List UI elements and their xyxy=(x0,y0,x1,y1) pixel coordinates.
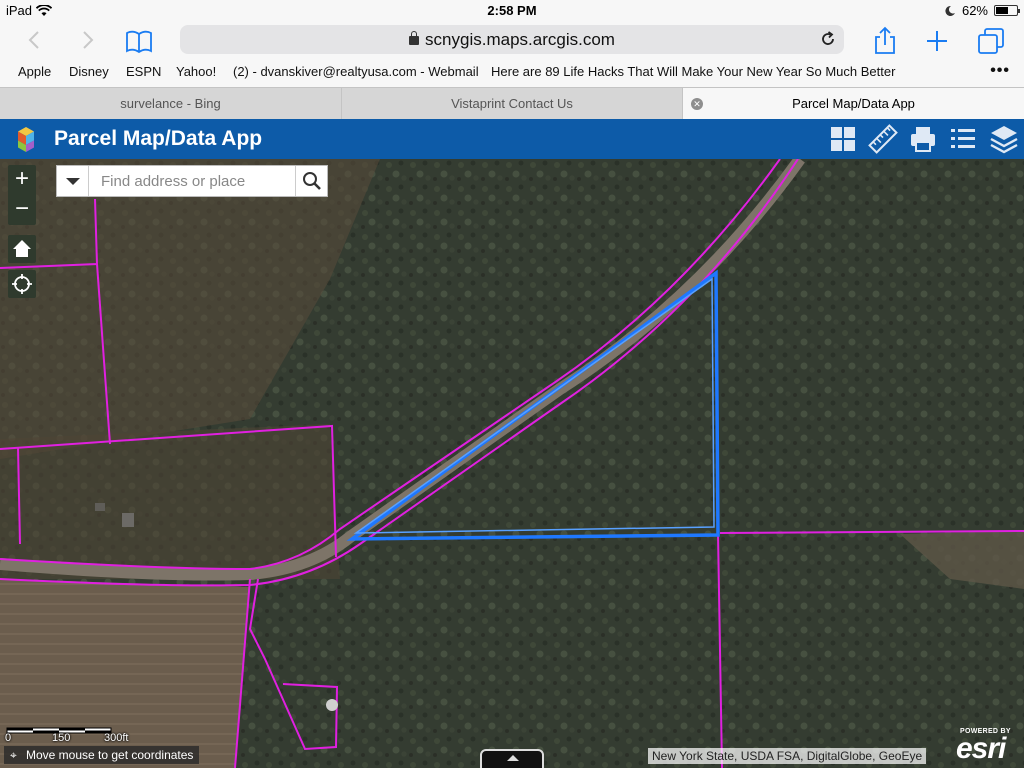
crosshair-icon: ⌖ xyxy=(10,748,17,762)
search-icon xyxy=(303,172,321,190)
app-logo-icon xyxy=(18,127,34,152)
legend-list-icon[interactable] xyxy=(947,123,979,155)
book-icon xyxy=(126,30,152,54)
map-attribution: New York State, USDA FSA, DigitalGlobe, … xyxy=(648,748,927,764)
esri-logo: POWERED BY esri xyxy=(956,726,1020,766)
browser-toolbar: scnygis.maps.arcgis.com xyxy=(0,20,1024,60)
print-icon[interactable] xyxy=(907,123,939,155)
tab-parcel-map[interactable]: ✕ Parcel Map/Data App xyxy=(683,88,1024,120)
aerial-imagery xyxy=(0,159,1024,768)
search-input[interactable] xyxy=(90,166,296,196)
locate-button[interactable] xyxy=(8,270,36,298)
zoom-in-button[interactable]: + xyxy=(8,165,36,195)
geocoder-search xyxy=(56,165,328,197)
bookmark-disney[interactable]: Disney xyxy=(69,64,109,79)
search-button[interactable] xyxy=(295,166,327,196)
coordinates-text: Move mouse to get coordinates xyxy=(26,748,194,762)
plus-icon xyxy=(927,31,947,51)
battery-percent: 62% xyxy=(961,3,988,18)
tab-label: Vistaprint Contact Us xyxy=(451,96,573,111)
zoom-control: + − xyxy=(8,165,36,225)
status-time: 2:58 PM xyxy=(487,3,537,18)
tab-label: survelance - Bing xyxy=(120,96,221,111)
tab-vistaprint[interactable]: Vistaprint Contact Us xyxy=(342,88,683,120)
tabs-overview-button[interactable] xyxy=(976,26,1006,56)
zoom-out-button[interactable]: − xyxy=(8,195,36,225)
search-source-dropdown[interactable] xyxy=(57,166,89,196)
tabs-icon xyxy=(978,28,1004,54)
bookmarks-bar: Apple Disney ESPN Yahoo! (2) - dvanskive… xyxy=(0,60,1024,87)
bookmark-apple[interactable]: Apple xyxy=(18,64,51,79)
close-tab-icon[interactable]: ✕ xyxy=(691,98,703,110)
bookmark-life-hacks[interactable]: Here are 89 Life Hacks That Will Make Yo… xyxy=(491,64,895,79)
app-header: Parcel Map/Data App xyxy=(0,119,1024,159)
bookmark-webmail[interactable]: (2) - dvanskiver@realtyusa.com - Webmail xyxy=(233,64,479,79)
moon-icon xyxy=(945,5,955,16)
bookmarks-button[interactable] xyxy=(124,26,154,56)
lock-icon xyxy=(409,31,420,45)
locate-crosshair-icon xyxy=(12,274,32,294)
battery-icon xyxy=(994,5,1020,16)
bottom-panel-toggle[interactable] xyxy=(480,749,544,768)
share-icon xyxy=(875,26,895,54)
new-tab-button[interactable] xyxy=(922,26,952,56)
scale-label-start: 0 xyxy=(5,732,12,744)
reload-icon[interactable] xyxy=(818,29,838,49)
tab-label: Parcel Map/Data App xyxy=(792,96,915,111)
measure-ruler-icon[interactable] xyxy=(867,123,899,155)
bookmark-yahoo[interactable]: Yahoo! xyxy=(176,64,216,79)
back-button[interactable] xyxy=(20,26,48,54)
address-bar[interactable]: scnygis.maps.arcgis.com xyxy=(180,25,844,54)
layers-icon[interactable] xyxy=(988,123,1020,155)
basemap-gallery-icon[interactable] xyxy=(827,123,859,155)
url-text: scnygis.maps.arcgis.com xyxy=(425,30,615,49)
forward-button[interactable] xyxy=(74,26,102,54)
map-view[interactable]: + − 0 150 300ft ⌖Move mouse to get xyxy=(0,159,1024,768)
bookmark-espn[interactable]: ESPN xyxy=(126,64,161,79)
home-button[interactable] xyxy=(8,235,36,263)
scale-label-end: 300ft xyxy=(104,732,129,744)
more-bookmarks-icon[interactable]: ••• xyxy=(990,62,1010,80)
ios-status-bar: iPad 2:58 PM 62% xyxy=(0,0,1024,20)
app-title: Parcel Map/Data App xyxy=(54,127,263,150)
chevron-left-icon xyxy=(28,31,39,49)
coordinates-display: ⌖ Move mouse to get coordinates xyxy=(4,746,200,764)
tab-bar: survelance - Bing Vistaprint Contact Us … xyxy=(0,87,1024,120)
tab-survelance-bing[interactable]: survelance - Bing xyxy=(0,88,342,120)
scale-label-mid: 150 xyxy=(52,732,71,744)
share-button[interactable] xyxy=(870,26,900,56)
home-icon xyxy=(13,240,31,257)
battery-level xyxy=(996,7,1008,14)
chevron-right-icon xyxy=(83,31,94,49)
esri-wordmark: esri xyxy=(956,732,1006,765)
